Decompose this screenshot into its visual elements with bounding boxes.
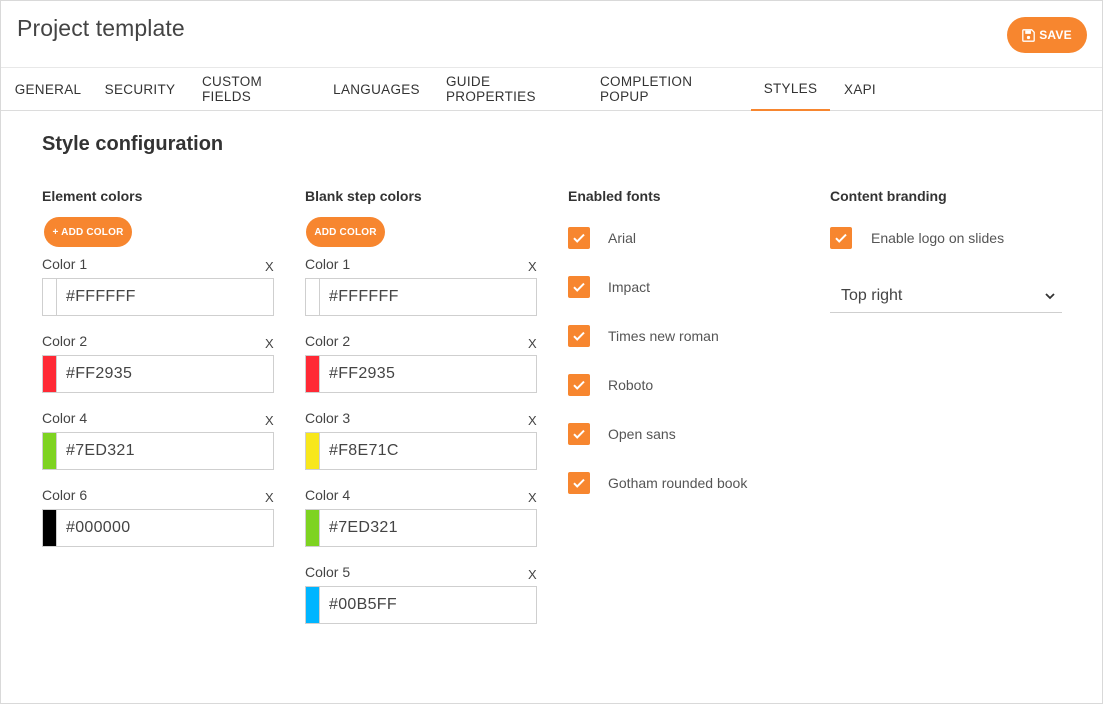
tab-custom-fields[interactable]: CUSTOM FIELDS (202, 68, 307, 110)
tab-xapi[interactable]: XAPI (844, 68, 876, 110)
blank-step-color-field (305, 509, 537, 547)
element-color-label: Color 2 (42, 333, 88, 349)
tab-bar: GENERAL SECURITY CUSTOM FIELDS LANGUAGES… (1, 68, 1102, 111)
enable-logo-label: Enable logo on slides (871, 230, 1005, 246)
remove-blank-step-color-button[interactable]: X (528, 413, 537, 428)
save-label: SAVE (1039, 28, 1072, 42)
hex-input[interactable] (57, 279, 273, 315)
blank-step-color-field (305, 432, 537, 470)
font-label: Gotham rounded book (608, 475, 748, 491)
element-color-field (42, 355, 274, 393)
remove-blank-step-color-button[interactable]: X (528, 490, 537, 505)
blank-step-color-label: Color 3 (305, 410, 351, 426)
element-color-field (42, 278, 274, 316)
hex-input[interactable] (57, 433, 273, 469)
hex-input[interactable] (320, 356, 536, 392)
font-checkbox-roboto[interactable] (568, 374, 590, 396)
blank-step-color-label: Color 4 (305, 487, 351, 503)
add-blank-step-color-button[interactable]: ADD COLOR (306, 217, 385, 247)
blank-step-color-label: Color 2 (305, 333, 351, 349)
section-title: Style configuration (42, 133, 224, 155)
enable-logo-checkbox[interactable] (830, 227, 852, 249)
header: Project template SAVE (1, 1, 1102, 68)
blank-step-color-label: Color 5 (305, 564, 351, 580)
blank-step-color-label: Color 1 (305, 256, 351, 272)
color-swatch[interactable] (306, 279, 320, 315)
save-button[interactable]: SAVE (1007, 17, 1087, 53)
remove-element-color-button[interactable]: X (265, 259, 274, 274)
checkmark-icon (573, 478, 585, 488)
element-color-field (42, 432, 274, 470)
tab-guide-properties[interactable]: GUIDE PROPERTIES (446, 68, 571, 110)
hex-input[interactable] (57, 510, 273, 546)
tab-general[interactable]: GENERAL (15, 68, 81, 110)
logo-position-select[interactable]: Top right (830, 279, 1062, 313)
checkmark-icon (573, 282, 585, 292)
hex-input[interactable] (320, 510, 536, 546)
tab-completion-popup[interactable]: COMPLETION POPUP (600, 68, 737, 110)
font-label: Roboto (608, 377, 654, 393)
font-label: Open sans (608, 426, 676, 442)
font-checkbox-impact[interactable] (568, 276, 590, 298)
hex-input[interactable] (320, 433, 536, 469)
remove-blank-step-color-button[interactable]: X (528, 259, 537, 274)
font-label: Impact (608, 279, 651, 295)
font-checkbox-gotham-rounded-book[interactable] (568, 472, 590, 494)
content-branding-title: Content branding (830, 188, 947, 204)
blank-step-color-field (305, 586, 537, 624)
font-checkbox-arial[interactable] (568, 227, 590, 249)
checkmark-icon (573, 233, 585, 243)
color-swatch[interactable] (43, 356, 57, 392)
font-label: Times new roman (608, 328, 719, 344)
tab-security[interactable]: SECURITY (105, 68, 175, 110)
blank-step-colors-title: Blank step colors (305, 188, 422, 204)
color-swatch[interactable] (306, 587, 320, 623)
element-color-label: Color 1 (42, 256, 88, 272)
element-colors-title: Element colors (42, 188, 143, 204)
blank-step-color-field (305, 278, 537, 316)
color-swatch[interactable] (43, 510, 57, 546)
remove-blank-step-color-button[interactable]: X (528, 336, 537, 351)
font-checkbox-times-new-roman[interactable] (568, 325, 590, 347)
checkmark-icon (573, 331, 585, 341)
tab-styles[interactable]: STYLES (751, 68, 830, 111)
checkmark-icon (573, 429, 585, 439)
hex-input[interactable] (57, 356, 273, 392)
blank-step-color-field (305, 355, 537, 393)
element-color-label: Color 4 (42, 410, 88, 426)
remove-element-color-button[interactable]: X (265, 413, 274, 428)
hex-input[interactable] (320, 587, 536, 623)
tab-languages[interactable]: LANGUAGES (333, 68, 419, 110)
color-swatch[interactable] (306, 510, 320, 546)
color-swatch[interactable] (306, 356, 320, 392)
hex-input[interactable] (320, 279, 536, 315)
color-swatch[interactable] (43, 279, 57, 315)
app-frame: Project template SAVE GENERAL SECURITY C… (0, 0, 1103, 704)
page-title: Project template (17, 15, 185, 41)
remove-element-color-button[interactable]: X (265, 336, 274, 351)
font-checkbox-open-sans[interactable] (568, 423, 590, 445)
chevron-down-icon (1045, 292, 1055, 299)
element-color-field (42, 509, 274, 547)
remove-element-color-button[interactable]: X (265, 490, 274, 505)
add-element-color-button[interactable]: + ADD COLOR (44, 217, 132, 247)
checkmark-icon (835, 233, 847, 243)
color-swatch[interactable] (306, 433, 320, 469)
checkmark-icon (573, 380, 585, 390)
remove-blank-step-color-button[interactable]: X (528, 567, 537, 582)
floppy-disk-icon (1022, 28, 1036, 42)
font-label: Arial (608, 230, 637, 246)
element-color-label: Color 6 (42, 487, 88, 503)
enabled-fonts-title: Enabled fonts (568, 188, 661, 204)
logo-position-value: Top right (841, 286, 903, 304)
color-swatch[interactable] (43, 433, 57, 469)
